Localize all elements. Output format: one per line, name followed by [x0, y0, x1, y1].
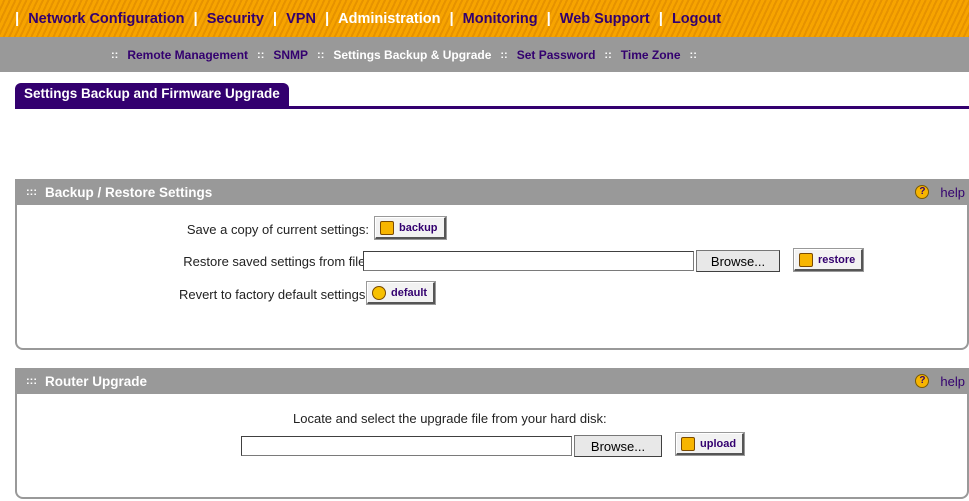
- nav-separator: |: [15, 10, 20, 27]
- router-upgrade-title: Router Upgrade: [45, 373, 148, 389]
- nav-separator: |: [193, 10, 198, 27]
- upgrade-file-field[interactable]: [241, 436, 572, 456]
- help-icon: ?: [915, 185, 930, 199]
- default-button-label: default: [391, 286, 428, 299]
- restore-browse-button[interactable]: Browse...: [696, 250, 780, 272]
- subnav-time-zone[interactable]: Time Zone: [621, 48, 681, 62]
- help-icon: ?: [915, 374, 930, 388]
- save-settings-label: Save a copy of current settings:: [186, 222, 369, 237]
- subnav-set-password[interactable]: Set Password: [517, 48, 596, 62]
- grip-icon: :::: [26, 375, 37, 387]
- nav-separator: |: [658, 10, 663, 27]
- help-label: help: [940, 373, 965, 389]
- nav-separator: |: [272, 10, 278, 27]
- nav-separator: |: [449, 10, 454, 27]
- restore-file-field[interactable]: [363, 251, 694, 271]
- tab-settings-backup-firmware-upgrade[interactable]: Settings Backup and Firmware Upgrade: [15, 83, 289, 107]
- nav-web-support[interactable]: Web Support: [560, 11, 650, 27]
- upgrade-browse-button[interactable]: Browse...: [574, 435, 662, 457]
- factory-default-label: Revert to factory default settings:: [178, 287, 369, 302]
- nav-separator: |: [546, 10, 551, 27]
- subnav-separator: ::: [604, 48, 612, 61]
- subnav-snmp[interactable]: SNMP: [273, 48, 308, 62]
- help-label: help: [940, 184, 965, 200]
- subnav-separator: ::: [689, 48, 697, 61]
- router-upgrade-header: ::: Router Upgrade ? help: [15, 368, 969, 394]
- backup-help-link[interactable]: ? help: [915, 179, 965, 205]
- nav-logout[interactable]: Logout: [672, 11, 721, 27]
- subnav-separator: ::: [317, 48, 325, 61]
- top-navigation: | Network Configuration | Security | VPN…: [0, 0, 969, 37]
- subnav-separator: ::: [257, 48, 265, 61]
- backup-icon: [380, 220, 394, 235]
- sub-navigation: :: Remote Management :: SNMP :: Settings…: [0, 37, 969, 72]
- nav-vpn[interactable]: VPN: [286, 11, 316, 27]
- nav-separator: |: [324, 10, 330, 27]
- upload-button[interactable]: upload: [674, 432, 746, 456]
- nav-network-configuration[interactable]: Network Configuration: [28, 11, 184, 27]
- restore-icon: [799, 252, 813, 267]
- backup-restore-header: ::: Backup / Restore Settings ? help: [15, 179, 969, 205]
- upload-icon: [681, 436, 695, 451]
- grip-icon: :::: [26, 186, 37, 198]
- backup-restore-body: Save a copy of current settings: backup …: [15, 205, 969, 350]
- upload-button-label: upload: [700, 437, 737, 450]
- backup-button-label: backup: [399, 221, 438, 234]
- tab-underline: [15, 106, 969, 109]
- upgrade-help-link[interactable]: ? help: [915, 368, 965, 394]
- subnav-separator: ::: [500, 48, 508, 61]
- nav-administration[interactable]: Administration: [338, 11, 440, 27]
- restore-button[interactable]: restore: [792, 248, 865, 272]
- nav-monitoring[interactable]: Monitoring: [463, 11, 538, 27]
- router-upgrade-body: Locate and select the upgrade file from …: [15, 394, 969, 499]
- subnav-settings-backup-upgrade[interactable]: Settings Backup & Upgrade: [333, 48, 491, 62]
- upgrade-instruction: Locate and select the upgrade file from …: [293, 411, 607, 426]
- restore-settings-label: Restore saved settings from file:: [183, 254, 369, 269]
- default-icon: [372, 285, 386, 300]
- subnav-remote-management[interactable]: Remote Management: [127, 48, 248, 62]
- nav-security[interactable]: Security: [207, 11, 264, 27]
- restore-button-label: restore: [818, 253, 856, 266]
- backup-button[interactable]: backup: [374, 216, 447, 240]
- default-button[interactable]: default: [365, 281, 437, 305]
- subnav-separator: ::: [111, 48, 119, 61]
- backup-restore-title: Backup / Restore Settings: [45, 184, 213, 200]
